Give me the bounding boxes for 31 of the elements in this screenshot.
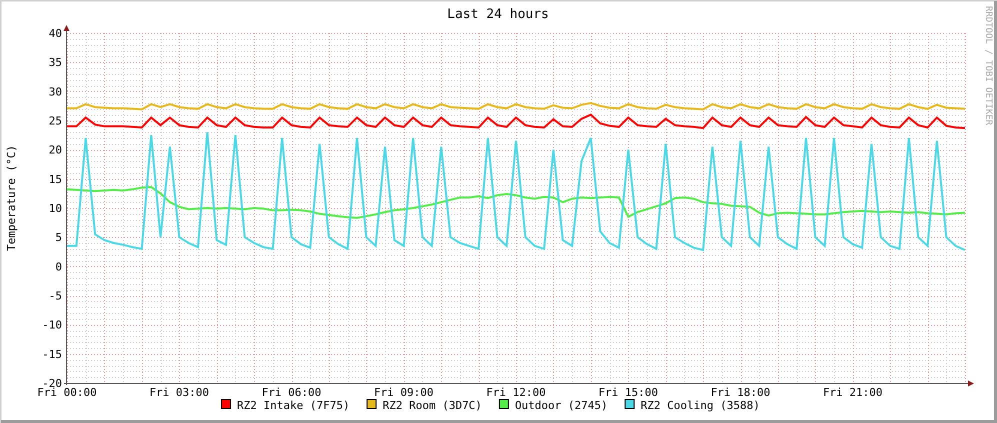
chart-title: Last 24 hours [447,7,549,22]
y-tick-label: 35 [48,56,62,70]
y-tick-label: 15 [48,172,62,186]
x-tick-label: Fri 09:00 [374,386,434,399]
legend-swatch [624,399,635,409]
legend-swatch [498,399,509,409]
x-tick-label: Fri 06:00 [262,386,322,399]
legend-swatch [366,399,377,409]
legend-label: Outdoor (2745) [514,399,608,412]
x-tick-label: Fri 21:00 [822,386,883,399]
legend-swatch [221,399,231,409]
y-tick-label: 10 [48,202,62,215]
legend-label: RZ2 Cooling (3588) [640,399,760,412]
y-tick-label: 25 [48,114,62,128]
y-tick-label: 40 [48,27,62,40]
legend-label: RZ2 Intake (7F75) [237,399,350,412]
x-tick-label: Fri 18:00 [710,386,770,399]
y-tick-label: 0 [55,260,62,274]
legend-label: RZ2 Room (3D7C) [382,399,482,412]
y-tick-label: 20 [48,144,62,157]
y-axis-label: Temperature (°C) [5,145,18,251]
y-tick-label: -5 [48,290,62,302]
y-tick-label: -15 [42,348,62,361]
y-tick-label: 5 [55,231,62,244]
x-tick-label: Fri 12:00 [486,386,546,399]
y-tick-label: -10 [42,318,62,332]
credit-text: RRDTOOL / TOBI OETIKER [983,6,993,126]
x-tick-label: Fri 00:00 [37,386,97,399]
x-tick-label: Fri 03:00 [149,386,210,399]
y-tick-label: 30 [48,85,62,98]
x-tick-label: Fri 15:00 [598,386,658,399]
